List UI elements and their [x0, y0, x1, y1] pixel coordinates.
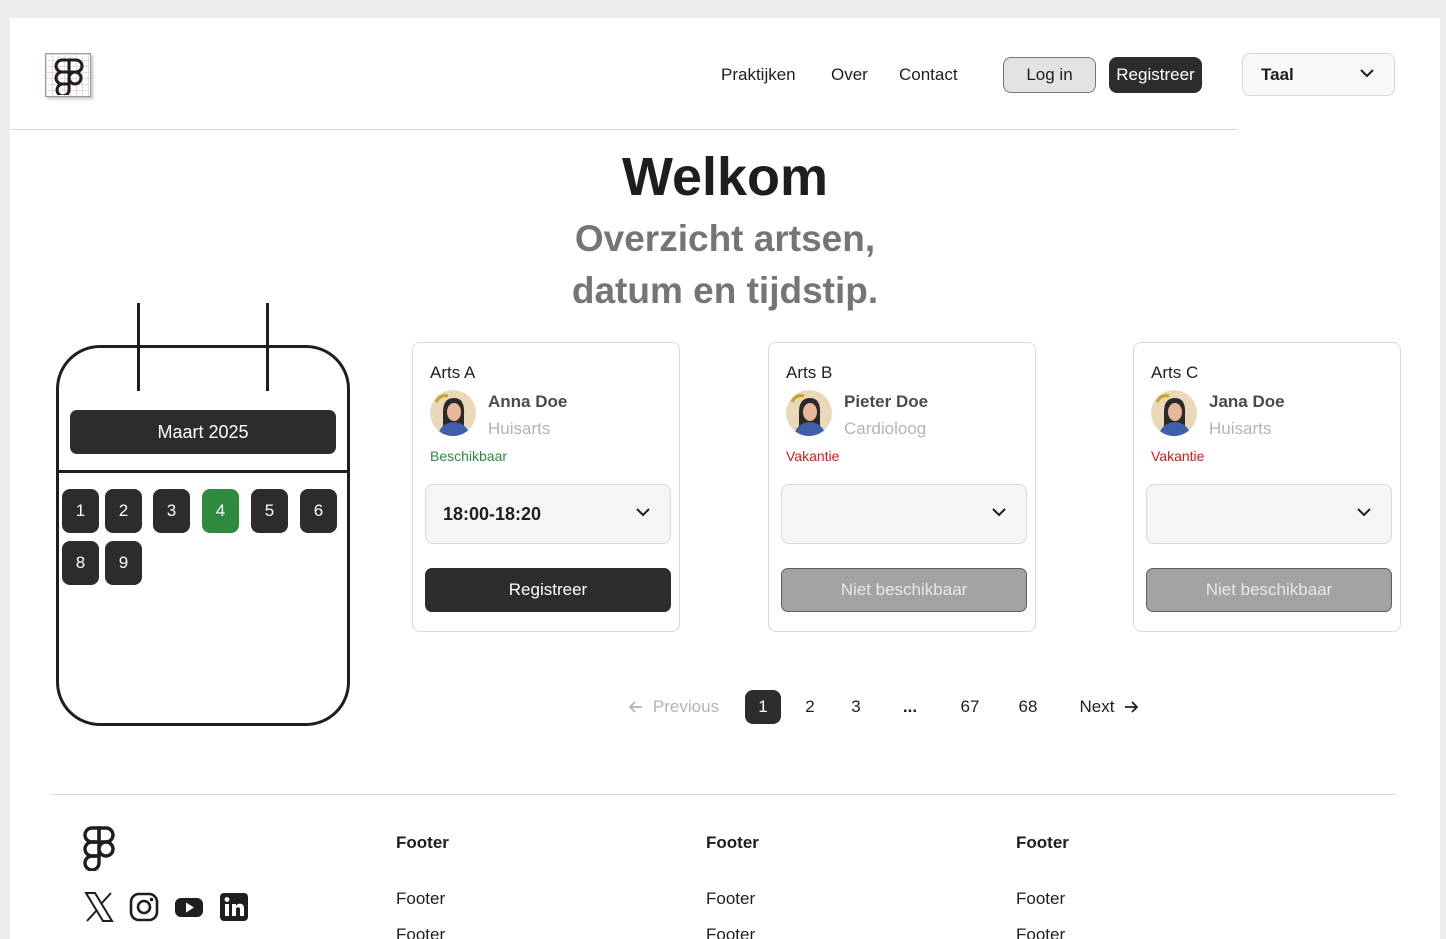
footer-link[interactable]: Footer [706, 925, 755, 939]
calendar-month[interactable]: Maart 2025 [70, 410, 336, 454]
footer-link[interactable]: Footer [396, 925, 445, 939]
doctor-name: Pieter Doe [844, 392, 929, 411]
arrow-left-icon [628, 701, 642, 713]
nav-over[interactable]: Over [831, 65, 868, 85]
time-slot-select[interactable] [781, 484, 1027, 544]
time-slot-select[interactable] [1146, 484, 1392, 544]
time-slot-select[interactable]: 18:00-18:20 [425, 484, 671, 544]
calendar-day-selected[interactable]: 4 [202, 489, 239, 533]
footer-column-heading: Footer [706, 833, 759, 852]
availability-status: Vakantie [786, 448, 840, 464]
pagination-page[interactable]: 67 [950, 690, 990, 724]
time-slot-value: 18:00-18:20 [443, 504, 542, 524]
calendar [56, 345, 350, 726]
nav-praktijken[interactable]: Praktijken [721, 65, 796, 85]
pagination-page[interactable]: 2 [792, 690, 828, 724]
calendar-divider [58, 470, 348, 473]
pagination-next[interactable]: Next [1070, 690, 1148, 724]
pagination-page[interactable]: 3 [838, 690, 874, 724]
pagination-previous-label: Previous [652, 697, 720, 716]
availability-status: Vakantie [1151, 448, 1205, 464]
instagram-icon[interactable] [128, 891, 160, 923]
chevron-down-icon [1360, 69, 1374, 78]
avatar [430, 390, 476, 436]
chevron-down-icon [636, 508, 650, 517]
figma-logo-icon [54, 58, 84, 95]
pagination-previous[interactable]: Previous [622, 690, 726, 724]
header-divider [10, 129, 1238, 130]
linkedin-icon[interactable] [218, 891, 250, 923]
arrow-right-icon [1125, 701, 1139, 713]
footer-column-heading: Footer [1016, 833, 1069, 852]
doctor-card-title: Arts C [1151, 363, 1199, 382]
calendar-day[interactable]: 8 [62, 541, 99, 585]
login-button[interactable]: Log in [1003, 57, 1096, 93]
doctor-specialty: Cardioloog [844, 419, 927, 438]
footer-divider [50, 794, 1396, 795]
availability-status: Beschikbaar [430, 448, 508, 464]
pagination-next-label: Next [1079, 697, 1115, 716]
register-appointment-button[interactable]: Registreer [425, 568, 671, 612]
calendar-day[interactable]: 3 [153, 489, 190, 533]
register-button[interactable]: Registreer [1109, 57, 1202, 93]
footer-logo[interactable] [82, 825, 116, 876]
chevron-down-icon [992, 508, 1006, 517]
page-subtitle-line1: Overzicht artsen, [574, 218, 876, 259]
calendar-day[interactable]: 6 [300, 489, 337, 533]
language-label: Taal [1261, 64, 1294, 84]
logo[interactable] [45, 53, 91, 97]
calendar-day[interactable]: 1 [62, 489, 99, 533]
avatar [786, 390, 832, 436]
doctor-card-title: Arts B [786, 363, 833, 382]
doctor-card: Arts C Jana Doe Huisarts Vakantie Niet b… [1133, 342, 1401, 632]
doctor-card: Arts A Anna Doe Huisarts Beschikbaar 18:… [412, 342, 680, 632]
doctor-card-title: Arts A [430, 363, 476, 382]
language-select[interactable]: Taal [1242, 53, 1395, 96]
pagination-ellipsis: ... [902, 697, 918, 716]
footer-column-heading: Footer [396, 833, 449, 852]
page-title: Welkom [621, 147, 829, 207]
footer-link[interactable]: Footer [706, 889, 755, 909]
page: Praktijken Over Contact Log in Registree… [10, 18, 1440, 939]
youtube-icon[interactable] [173, 891, 205, 923]
footer-link[interactable]: Footer [1016, 889, 1065, 909]
calendar-day[interactable]: 9 [105, 541, 142, 585]
nav-contact[interactable]: Contact [899, 65, 958, 85]
doctor-name: Jana Doe [1209, 392, 1285, 411]
footer-link[interactable]: Footer [396, 889, 445, 909]
calendar-day[interactable]: 5 [251, 489, 288, 533]
figma-logo-icon [83, 826, 115, 872]
calendar-day[interactable]: 2 [105, 489, 142, 533]
unavailable-button[interactable]: Niet beschikbaar [781, 568, 1027, 612]
doctor-specialty: Huisarts [1209, 419, 1272, 438]
footer-link[interactable]: Footer [1016, 925, 1065, 939]
avatar [1151, 390, 1197, 436]
page-subtitle-line2: datum en tijdstip. [571, 270, 879, 311]
unavailable-button[interactable]: Niet beschikbaar [1146, 568, 1392, 612]
chevron-down-icon [1357, 508, 1371, 517]
pagination-page[interactable]: 68 [1008, 690, 1048, 724]
x-icon[interactable] [83, 891, 115, 923]
pagination-page-current[interactable]: 1 [745, 690, 781, 724]
doctor-name: Anna Doe [488, 392, 568, 411]
doctor-card: Arts B Pieter Doe Cardioloog Vakantie Ni… [768, 342, 1036, 632]
doctor-specialty: Huisarts [488, 419, 551, 438]
